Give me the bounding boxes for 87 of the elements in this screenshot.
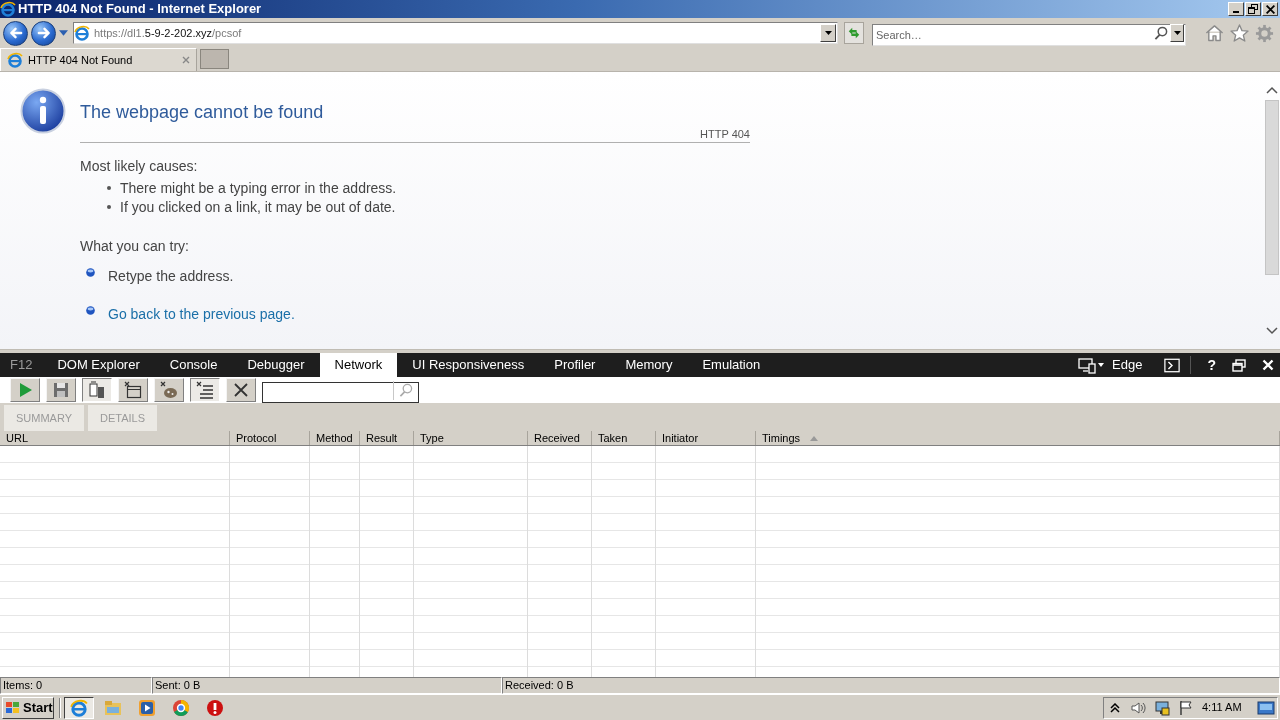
browser-logo-icon [70,698,88,717]
section-heading: What you can try: [80,237,190,255]
column-header[interactable]: Initiator [656,431,756,445]
round-bullet-icon [86,268,95,277]
arrow-left-icon [8,27,23,39]
taskbar-app-button[interactable] [64,696,94,719]
cause-text: If you clicked on a link, it may be out of date. [120,197,396,216]
action-text: Retype the address. [108,267,234,285]
info-icon [20,88,66,134]
home-icon[interactable] [1205,24,1224,42]
search-icon[interactable] [1154,26,1168,40]
ring-logo-icon [172,698,190,717]
bullet-icon [107,204,111,209]
status-text: Sent: 0 B [155,679,201,692]
star-icon[interactable] [1230,24,1249,42]
page-logo-icon [74,25,90,41]
network-icon[interactable] [1154,699,1170,716]
section-heading: Most likely causes: [80,157,199,175]
toolbar-button[interactable] [82,378,112,402]
column-header[interactable]: Taken [592,431,656,445]
emulation-button[interactable]: Edge [1074,356,1147,374]
status-text: Items: 0 [3,679,43,692]
scrollbar-thumb[interactable] [1265,100,1279,275]
back-link[interactable]: Go back to the previous page. [108,305,295,323]
column-header[interactable]: Received [528,431,592,445]
devices-icon [1078,356,1097,374]
pages-icon [88,381,106,399]
caret-icon [1173,31,1181,35]
error-code: HTTP 404 [700,128,750,141]
close-icon [1265,4,1275,14]
filter-field[interactable] [262,382,419,403]
devtools-tab[interactable]: Network [319,353,398,377]
scroll-down-icon[interactable] [1266,327,1278,335]
column-header[interactable]: URL [0,431,230,445]
compatibility-button[interactable] [844,22,864,44]
speaker-icon[interactable] [1130,699,1146,716]
address-dropdown-button[interactable] [820,24,836,42]
browser-logo-icon [0,1,16,17]
help-button[interactable]: ? [1201,357,1222,373]
bullet-icon [107,185,111,190]
column-header[interactable]: Type [414,431,528,445]
arrow-right-icon [36,27,51,39]
status-text: Received: 0 B [505,679,574,692]
window-title: HTTP 404 Not Found - Internet Explorer [18,1,262,17]
console-icon[interactable] [1164,357,1181,373]
column-header[interactable]: Protocol [230,431,310,445]
desktop-icon[interactable] [1257,700,1275,715]
play-tile-icon [138,698,156,717]
search-field[interactable]: Search… [872,24,1186,46]
chevron-up-icon[interactable] [1110,702,1120,713]
devtools-label: F12 [10,357,33,373]
column-header[interactable]: Result [360,431,414,445]
cause-text: There might be a typing error in the address. [120,178,397,197]
back-button[interactable] [3,20,28,46]
start-button[interactable]: Start [2,696,54,719]
browser-logo-icon [7,52,23,68]
restore-icon [1248,4,1258,14]
toolbar-button[interactable] [190,378,220,402]
url-text: https://dl1.5-9-2-202.xyz/pcsof [94,26,242,40]
flag-icon[interactable] [1178,699,1194,716]
search-dropdown-button[interactable] [1170,24,1184,42]
round-bullet-icon [86,306,95,315]
sort-up-icon [810,435,819,441]
address-field[interactable]: https://dl1.5-9-2-202.xyz/pcsof [73,22,838,44]
refresh-arrows-icon [847,26,861,40]
close-button[interactable] [1262,2,1278,16]
page-title: The webpage cannot be found [80,101,325,124]
list-cross-icon [196,381,214,399]
column-header[interactable]: Method [310,431,360,445]
browser-tab[interactable]: HTTP 404 Not Found [0,48,197,71]
minimize-button[interactable] [1228,2,1244,16]
bowl-cross-icon [160,381,178,399]
caret-icon [1098,363,1105,367]
restore-button[interactable] [1245,2,1261,16]
scroll-up-icon[interactable] [1266,86,1278,94]
clock: 4:11 AM [1202,701,1242,714]
minimize-icon [1233,11,1239,13]
caret-icon [824,31,832,35]
cross-icon [232,381,250,399]
caret-icon[interactable] [59,30,68,36]
column-header[interactable]: Timings [756,431,1280,445]
folder-icon [104,698,122,717]
forward-button[interactable] [31,20,56,46]
alert-circle-icon [206,698,224,717]
window-cross-icon [124,381,142,399]
four-squares-icon [5,700,21,715]
restore-icon[interactable] [1232,358,1246,372]
